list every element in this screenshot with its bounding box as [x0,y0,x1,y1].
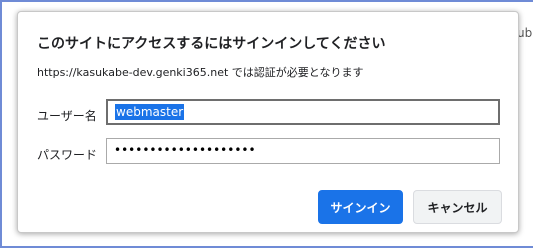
sign-in-dialog: このサイトにアクセスするにはサインインしてください https://kasuka… [17,11,519,233]
dialog-title: このサイトにアクセスするにはサインインしてください [37,36,386,52]
browser-frame: ub このサイトにアクセスするにはサインインしてください https://kas… [0,0,533,248]
username-value: webmaster [115,104,185,120]
username-label: ユーザー名 [37,109,97,123]
username-input[interactable]: webmaster [106,99,500,125]
password-label: パスワード [37,148,98,162]
dialog-subtitle: https://kasukabe-dev.genki365.net では認証が必… [37,66,364,79]
sign-in-button[interactable]: サインイン [318,190,403,224]
password-value: •••••••••••••••••••• [114,143,256,157]
background-page-text: ub [517,26,533,40]
password-input[interactable]: •••••••••••••••••••• [106,138,500,164]
cancel-button[interactable]: キャンセル [413,190,502,224]
